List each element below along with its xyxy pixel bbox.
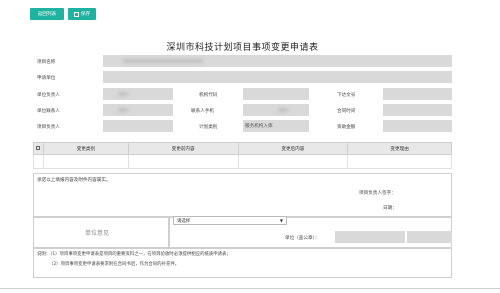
back-to-list-button[interactable]: 返回列表 xyxy=(30,8,64,20)
unit-opinion-label: 单位意见 xyxy=(85,230,110,237)
plan-category-field: 服务机构入库 xyxy=(243,120,309,132)
save-label: 保存 xyxy=(80,12,91,17)
changes-table-header: 变更类别 变更前内容 变更后内容 变更理由 xyxy=(33,142,452,155)
changes-table: 变更类别 变更前内容 变更后内容 变更理由 xyxy=(33,142,452,169)
stamp-label: 单位（盖公章）： xyxy=(285,236,320,241)
contact-phone-label: 联系人手机 xyxy=(191,109,214,114)
save-button[interactable]: 保存 xyxy=(68,8,96,20)
applicant-unit-field[interactable] xyxy=(103,71,452,83)
applicant-unit-label: 申请单位 xyxy=(37,76,56,81)
contract-time-field[interactable] xyxy=(383,104,452,116)
unit-head-redacted xyxy=(118,92,128,96)
funding-field[interactable] xyxy=(383,120,452,132)
notes-line-1-text: （1）项目事项变更申请表是项目的重要资料之一，在项目验收时必须提供相应的纸质申请… xyxy=(50,252,231,257)
unit-contact-field[interactable] xyxy=(103,104,173,116)
project-lead-label: 项目负责人 xyxy=(37,125,60,130)
statement-text: 承诺以上填报内容及附件内容属实。 xyxy=(37,178,111,183)
unit-opinion-select-value: 请选择 xyxy=(177,218,191,224)
change-application-form: 深圳市科技计划项目事项变更申请表 项目名称 申请单位 单位负责人 机构代码 下达… xyxy=(33,38,452,284)
notes-line-1: 说明：（1）项目事项变更申请表是项目的重要资料之一，在项目验收时必须提供相应的纸… xyxy=(37,250,231,260)
column-header: 变更理由 xyxy=(347,142,452,155)
column-header: 变更前内容 xyxy=(127,142,239,155)
toolbar: 返回列表 保存 xyxy=(30,8,96,22)
unit-contact-redacted xyxy=(118,108,128,112)
select-all-checkbox[interactable] xyxy=(36,145,41,150)
doc-no-field[interactable] xyxy=(383,88,452,100)
contact-phone-field[interactable] xyxy=(243,104,309,116)
contract-time-label: 合同时间 xyxy=(337,109,356,114)
doc-no-label: 下达文号 xyxy=(337,93,356,98)
stamp-field[interactable] xyxy=(335,231,405,243)
form-title: 深圳市科技计划项目事项变更申请表 xyxy=(166,43,319,53)
unit-contact-label: 单位联系人 xyxy=(37,109,60,114)
save-icon xyxy=(73,11,79,17)
project-lead-field[interactable] xyxy=(103,120,173,132)
project-name-label: 项目名称 xyxy=(37,60,56,65)
notes-prefix: 说明： xyxy=(37,252,51,257)
plan-category-label: 计划类别 xyxy=(199,125,218,130)
bottom-divider xyxy=(0,288,500,289)
plan-category-value: 服务机构入库 xyxy=(245,124,273,129)
table-row xyxy=(33,154,452,169)
org-code-field[interactable] xyxy=(243,88,309,100)
org-code-label: 机构代码 xyxy=(199,93,218,98)
date-label: 日期： xyxy=(383,206,397,211)
funding-label: 资助金额 xyxy=(337,125,356,130)
back-label: 返回列表 xyxy=(37,12,57,17)
signature-label: 项目负责人签字： xyxy=(359,191,396,196)
notes-line-2: （2）项目事项变更申请表要求附在合同书后，作为合同的补充件。 xyxy=(49,262,180,267)
dropdown-arrow-icon: ▼ xyxy=(279,218,283,223)
unit-head-label: 单位负责人 xyxy=(37,93,60,98)
unit-head-field[interactable] xyxy=(103,88,173,100)
column-header: 变更后内容 xyxy=(237,142,349,155)
column-header: 变更类别 xyxy=(42,142,129,155)
stamp-date-field[interactable] xyxy=(407,231,452,243)
contact-phone-redacted xyxy=(278,108,288,112)
notes: 说明：（1）项目事项变更申请表是项目的重要资料之一，在项目验收时必须提供相应的纸… xyxy=(37,250,231,270)
select-all-cell[interactable] xyxy=(33,142,44,155)
unit-opinion-select[interactable]: 请选择 ▼ xyxy=(173,216,287,225)
project-name-redacted xyxy=(123,59,203,63)
